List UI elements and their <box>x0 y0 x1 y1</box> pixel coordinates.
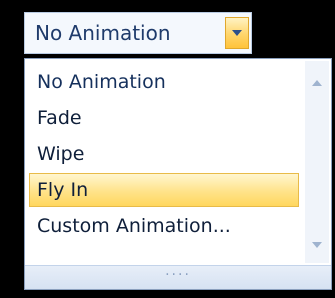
list-scrollbar[interactable] <box>305 61 329 263</box>
scroll-down-arrow-icon <box>312 242 322 248</box>
list-item-wipe[interactable]: Wipe <box>29 137 299 171</box>
list-item-custom-animation[interactable]: Custom Animation... <box>29 209 299 243</box>
list-item-label: Fly In <box>37 179 89 201</box>
animation-picker: No Animation No Animation Fade Wipe Fly … <box>0 0 335 298</box>
animation-options-list: No Animation Fade Wipe Fly In Custom Ani… <box>29 65 299 245</box>
list-item-fade[interactable]: Fade <box>29 101 299 135</box>
scroll-down-button[interactable] <box>305 233 329 257</box>
scroll-up-button[interactable] <box>305 71 329 95</box>
combo-dropdown-button[interactable] <box>225 17 249 49</box>
list-item-label: Fade <box>37 107 82 129</box>
animation-combo-box[interactable]: No Animation <box>24 12 252 54</box>
list-item-label: Custom Animation... <box>37 215 231 237</box>
animation-dropdown-list: No Animation Fade Wipe Fly In Custom Ani… <box>24 58 332 290</box>
list-item-label: No Animation <box>37 71 166 93</box>
scroll-up-arrow-icon <box>312 80 322 86</box>
resize-grip-dots: ···· <box>165 267 191 283</box>
combo-selected-value: No Animation <box>35 21 171 45</box>
chevron-down-icon <box>232 30 242 36</box>
resize-grip[interactable]: ···· <box>25 265 331 289</box>
list-item-fly-in[interactable]: Fly In <box>29 173 299 207</box>
list-item-no-animation[interactable]: No Animation <box>29 65 299 99</box>
list-item-label: Wipe <box>37 143 85 165</box>
